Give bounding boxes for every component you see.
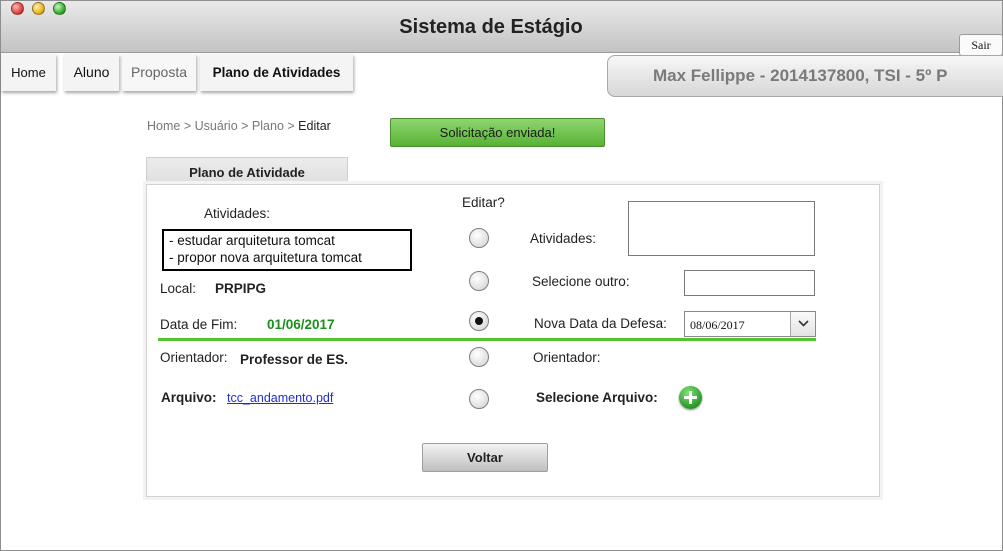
atividades-edit-label: Atividades: [530, 231, 597, 246]
tab-plano-atividade[interactable]: Plano de Atividade [146, 157, 348, 186]
list-item: - estudar arquitetura tomcat [169, 233, 335, 248]
atividades-list: - estudar arquitetura tomcat - propor no… [162, 229, 412, 271]
nav-plano-atividades[interactable]: Plano de Atividades [200, 54, 353, 91]
user-info-badge: Max Fellippe - 2014137800, TSI - 5º P [607, 55, 1003, 97]
nova-data-value: 08/06/2017 [690, 318, 745, 332]
atividades-textarea[interactable] [628, 201, 815, 256]
breadcrumb-separator: > [237, 119, 252, 133]
nav-aluno[interactable]: Aluno [64, 54, 119, 91]
title-bar: Sistema de Estágio [1, 1, 1002, 53]
breadcrumb-plano[interactable]: Plano [252, 119, 284, 133]
plus-icon [684, 391, 697, 404]
logout-button[interactable]: Sair [959, 34, 1003, 56]
editar-header: Editar? [462, 195, 505, 210]
list-item: - propor nova arquitetura tomcat [169, 250, 362, 265]
orientador-value: Professor de ES. [240, 352, 349, 367]
radio-edit-atividades[interactable] [469, 228, 489, 248]
local-value: PRPIPG [215, 281, 267, 296]
selecione-outro-input[interactable] [684, 270, 815, 296]
add-file-button[interactable] [679, 386, 702, 409]
chevron-down-icon[interactable] [790, 312, 815, 336]
arquivo-label: Arquivo: [161, 390, 217, 405]
maximize-window-icon[interactable] [53, 2, 66, 15]
orientador-edit-label: Orientador: [533, 350, 601, 365]
radio-edit-arquivo[interactable] [469, 389, 489, 409]
app-window: Sistema de Estágio Sair Home Aluno Propo… [0, 0, 1003, 551]
radio-edit-orientador[interactable] [469, 347, 489, 367]
close-window-icon[interactable] [11, 2, 24, 15]
breadcrumb-current: Editar [298, 119, 331, 133]
atividades-label: Atividades: [204, 206, 271, 221]
breadcrumb: Home > Usuário > Plano > Editar [147, 119, 331, 133]
arquivo-link[interactable]: tcc_andamento.pdf [227, 391, 333, 405]
nova-data-select[interactable]: 08/06/2017 [684, 311, 816, 337]
app-title: Sistema de Estágio [399, 16, 583, 38]
selecione-outro-label: Selecione outro: [532, 274, 630, 289]
voltar-button[interactable]: Voltar [422, 443, 548, 472]
orientador-label: Orientador: [160, 350, 228, 365]
radio-edit-data[interactable] [469, 311, 489, 331]
breadcrumb-separator: > [180, 119, 195, 133]
nav-home[interactable]: Home [1, 54, 56, 91]
data-fim-label: Data de Fim: [160, 317, 238, 332]
radio-edit-local[interactable] [469, 271, 489, 291]
breadcrumb-separator: > [283, 119, 299, 133]
status-badge: Solicitação enviada! [390, 118, 605, 147]
breadcrumb-home[interactable]: Home [147, 119, 180, 133]
nova-data-label: Nova Data da Defesa: [534, 316, 667, 331]
data-fim-value: 01/06/2017 [267, 317, 335, 332]
breadcrumb-usuario[interactable]: Usuário [195, 119, 238, 133]
row-highlight-divider [158, 338, 816, 341]
nav-proposta[interactable]: Proposta [122, 54, 196, 91]
selecione-arquivo-label: Selecione Arquivo: [536, 390, 658, 405]
minimize-window-icon[interactable] [32, 2, 45, 15]
local-label: Local: [160, 281, 197, 296]
